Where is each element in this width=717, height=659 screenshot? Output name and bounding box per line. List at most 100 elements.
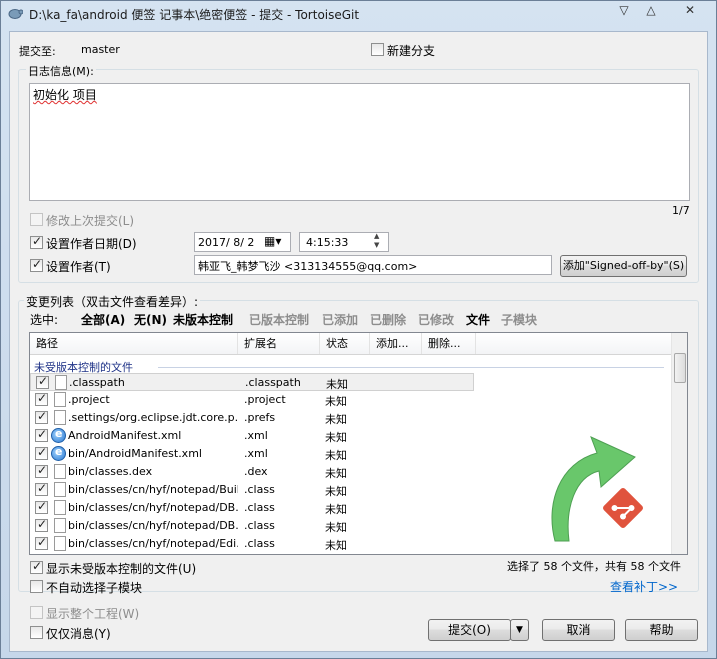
author-field[interactable]: 韩亚飞_韩梦飞沙 <313134555@qq.com>: [194, 255, 552, 275]
close-button[interactable]: ✕: [677, 3, 703, 19]
log-message-text: 初始化 项目: [33, 88, 97, 102]
column-extension[interactable]: 扩展名: [238, 333, 320, 354]
file-row-checkbox[interactable]: [35, 499, 48, 514]
file-status: 未知: [325, 467, 347, 480]
file-status: 未知: [326, 378, 348, 391]
file-row[interactable]: bin/classes/cn/hyf/notepad/DB... .class 未知: [30, 499, 671, 517]
changes-file-list[interactable]: 路径 扩展名 状态 添加... 删除... 未受版本控制的文件 .classpa…: [29, 332, 688, 555]
file-path: bin/classes/cn/hyf/notepad/Edi...: [68, 537, 238, 550]
commit-dropdown-icon[interactable]: ▼: [510, 619, 529, 641]
title-bar[interactable]: D:\ka_fa\android 便签 记事本\绝密便签 - 提交 - Tort…: [1, 1, 716, 25]
file-icon: [54, 536, 66, 551]
set-author-label: 设置作者(T): [46, 260, 111, 274]
file-extension: .class: [244, 501, 275, 514]
maximize-button[interactable]: △: [638, 3, 664, 19]
commit-button[interactable]: 提交(O): [428, 619, 511, 641]
column-added[interactable]: 添加...: [370, 333, 422, 354]
column-status[interactable]: 状态: [320, 333, 370, 354]
filter-unversioned[interactable]: 未版本控制: [173, 311, 233, 328]
file-row-checkbox[interactable]: [36, 374, 49, 389]
column-deleted[interactable]: 删除...: [422, 333, 476, 354]
filter-files[interactable]: 文件: [466, 311, 490, 328]
file-status: 未知: [325, 539, 347, 552]
amend-checkbox[interactable]: [30, 213, 43, 226]
file-row[interactable]: .classpath .classpath 未知: [30, 373, 474, 391]
file-extension: .dex: [244, 465, 268, 478]
file-row[interactable]: bin/AndroidManifest.xml .xml 未知: [30, 445, 671, 463]
file-path: bin/classes/cn/hyf/notepad/DB...: [68, 519, 238, 532]
author-date-label: 设置作者日期(D): [46, 237, 137, 251]
file-row[interactable]: AndroidManifest.xml .xml 未知: [30, 427, 671, 445]
log-message-label: 日志信息(M):: [26, 63, 96, 79]
file-row-checkbox[interactable]: [35, 481, 48, 496]
time-spinner-icon[interactable]: ▲ ▼: [374, 232, 379, 250]
file-extension: .class: [244, 537, 275, 550]
show-unversioned-checkbox[interactable]: [30, 559, 43, 574]
show-unversioned-label: 显示未受版本控制的文件(U): [46, 562, 197, 576]
file-row[interactable]: bin/classes/cn/hyf/notepad/Buil... .class…: [30, 481, 671, 499]
author-date-picker[interactable]: 2017/ 8/ 2 ▦▾: [194, 232, 291, 252]
file-extension: .project: [244, 393, 286, 406]
file-row[interactable]: .settings/org.eclipse.jdt.core.p... .pref…: [30, 409, 671, 427]
author-date-checkbox[interactable]: [30, 234, 43, 249]
new-branch-checkbox[interactable]: [371, 43, 384, 56]
new-branch-label: 新建分支: [387, 44, 436, 58]
set-author-checkbox[interactable]: [30, 257, 43, 272]
cancel-button[interactable]: 取消: [542, 619, 615, 641]
file-extension: .class: [244, 519, 275, 532]
file-path: .settings/org.eclipse.jdt.core.p...: [68, 411, 238, 424]
ie-xml-icon: [51, 427, 66, 443]
file-row-checkbox[interactable]: [35, 427, 48, 442]
file-row[interactable]: .project .project 未知: [30, 391, 671, 409]
author-time-value: 4:15:33: [306, 236, 349, 249]
select-label: 选中:: [30, 313, 59, 327]
signed-off-by-button[interactable]: 添加"Signed-off-by"(S): [560, 255, 687, 277]
file-row[interactable]: bin/classes/cn/hyf/notepad/DB... .class 未知: [30, 517, 671, 535]
no-auto-submodule-checkbox[interactable]: [30, 580, 43, 593]
show-whole-project-checkbox[interactable]: [30, 606, 43, 619]
file-status: 未知: [325, 485, 347, 498]
message-only-checkbox[interactable]: [30, 626, 43, 639]
filter-modified[interactable]: 已修改: [418, 311, 454, 328]
file-extension: .classpath: [245, 376, 301, 389]
dialog-body: 提交至: master 新建分支 日志信息(M): 初始化 项目 1/7 修改上…: [9, 31, 708, 652]
file-path: bin/AndroidManifest.xml: [68, 447, 202, 460]
column-path[interactable]: 路径: [30, 333, 238, 354]
show-whole-project-label: 显示整个工程(W): [46, 607, 140, 621]
file-icon: [54, 392, 66, 407]
window-title: D:\ka_fa\android 便签 记事本\绝密便签 - 提交 - Tort…: [29, 8, 360, 22]
file-status: 未知: [325, 503, 347, 516]
file-path: .classpath: [69, 376, 125, 389]
file-row-checkbox[interactable]: [35, 409, 48, 424]
file-row[interactable]: bin/classes/cn/hyf/notepad/Edi... .class 未…: [30, 535, 671, 553]
file-row-checkbox[interactable]: [35, 391, 48, 406]
log-message-editor[interactable]: 初始化 项目: [29, 83, 690, 201]
filter-added[interactable]: 已添加: [322, 311, 358, 328]
filter-submodules[interactable]: 子模块: [501, 311, 537, 328]
file-path: .project: [68, 393, 110, 406]
file-row-checkbox[interactable]: [35, 535, 48, 550]
file-row-checkbox[interactable]: [35, 445, 48, 460]
ie-xml-icon: [51, 445, 66, 461]
file-path: bin/classes.dex: [68, 465, 153, 478]
minimize-button[interactable]: ▽: [611, 3, 637, 19]
view-patch-link[interactable]: 查看补丁>>: [610, 578, 678, 595]
no-auto-submodule-label: 不自动选择子模块: [46, 581, 143, 595]
file-row-checkbox[interactable]: [35, 463, 48, 478]
filter-none[interactable]: 无(N): [134, 311, 167, 328]
file-row-checkbox[interactable]: [35, 517, 48, 532]
calendar-icon[interactable]: ▦▾: [264, 234, 281, 248]
file-icon: [54, 410, 66, 425]
tortoisegit-icon: [8, 9, 23, 19]
file-row[interactable]: bin/classes.dex .dex 未知: [30, 463, 671, 481]
filter-versioned[interactable]: 已版本控制: [249, 311, 309, 328]
file-icon: [54, 518, 66, 533]
file-status: 未知: [325, 413, 347, 426]
help-button[interactable]: 帮助: [625, 619, 698, 641]
author-time-field[interactable]: 4:15:33 ▲ ▼: [299, 232, 389, 252]
filter-deleted[interactable]: 已删除: [370, 311, 406, 328]
file-status: 未知: [325, 395, 347, 408]
filter-all[interactable]: 全部(A): [81, 311, 125, 328]
scrollbar-thumb[interactable]: [674, 353, 686, 383]
list-vertical-scrollbar[interactable]: [671, 333, 687, 554]
